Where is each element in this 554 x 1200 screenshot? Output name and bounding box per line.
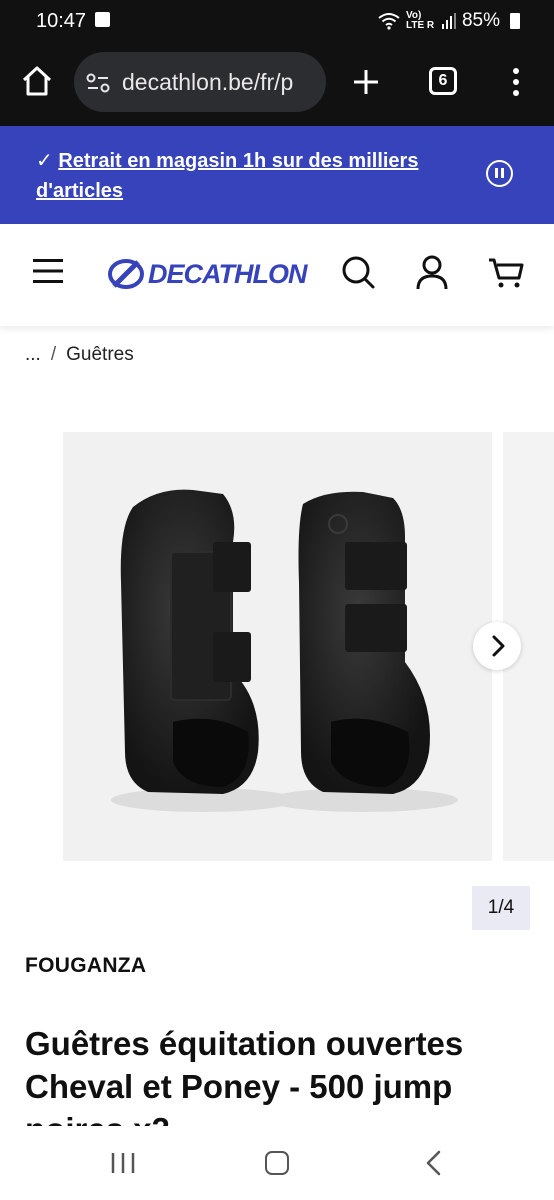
search-icon[interactable]: [340, 254, 376, 290]
network-label: Vo) LTE R: [405, 10, 435, 31]
image-counter: 1/4: [472, 886, 530, 930]
pause-icon[interactable]: [486, 160, 513, 187]
breadcrumb-separator: /: [50, 344, 57, 365]
status-bar: 10:47 Vo) LTE R 85%: [0, 0, 554, 44]
product-title: Guêtres équitation ouvertes Cheval et Po…: [25, 1025, 464, 1126]
promo-banner: ✓ Retrait en magasin 1h sur des milliers…: [0, 126, 554, 224]
status-time: 10:47: [36, 10, 87, 32]
horse-boots-image: [111, 489, 458, 812]
notification-check-icon: [95, 12, 110, 27]
hamburger-menu-icon[interactable]: [32, 257, 64, 285]
url-text[interactable]: decathlon.be/fr/p: [122, 69, 318, 96]
tab-switcher-button[interactable]: 6: [429, 67, 457, 95]
battery-icon: [510, 13, 520, 29]
promo-link[interactable]: Retrait en magasin 1h sur des milliers d…: [36, 150, 418, 202]
product-image[interactable]: [63, 432, 492, 861]
product-gallery: [0, 432, 554, 862]
breadcrumb-current[interactable]: Guêtres: [66, 344, 134, 366]
status-indicators: Vo) LTE R 85%: [378, 10, 520, 32]
system-navigation-bar: [0, 1126, 554, 1200]
check-icon: ✓: [36, 150, 53, 172]
new-tab-icon[interactable]: [350, 66, 382, 98]
recent-apps-icon[interactable]: [110, 1152, 136, 1174]
battery-percent: 85%: [461, 10, 500, 31]
home-icon[interactable]: [20, 64, 54, 98]
product-brand[interactable]: FOUGANZA: [25, 954, 146, 978]
decathlon-logo[interactable]: DECATHLON: [108, 256, 308, 292]
browser-toolbar: decathlon.be/fr/p 6: [0, 44, 554, 126]
breadcrumb: ... / Guêtres: [25, 344, 134, 366]
signal-icon: [441, 13, 456, 29]
back-icon[interactable]: [424, 1150, 442, 1176]
cart-icon[interactable]: [488, 254, 524, 290]
wifi-icon: [378, 13, 400, 30]
site-settings-icon[interactable]: [86, 72, 110, 94]
home-nav-icon[interactable]: [265, 1151, 289, 1175]
account-icon[interactable]: [414, 254, 450, 290]
chevron-right-icon[interactable]: [473, 622, 521, 670]
site-header: DECATHLON: [0, 224, 554, 326]
address-bar[interactable]: decathlon.be/fr/p: [74, 52, 326, 112]
logo-mark-icon: [108, 259, 144, 289]
promo-text: ✓ Retrait en magasin 1h sur des milliers…: [36, 146, 456, 206]
logo-text: DECATHLON: [148, 258, 307, 289]
breadcrumb-ellipsis[interactable]: ...: [25, 344, 41, 366]
more-menu-icon[interactable]: [506, 66, 526, 98]
